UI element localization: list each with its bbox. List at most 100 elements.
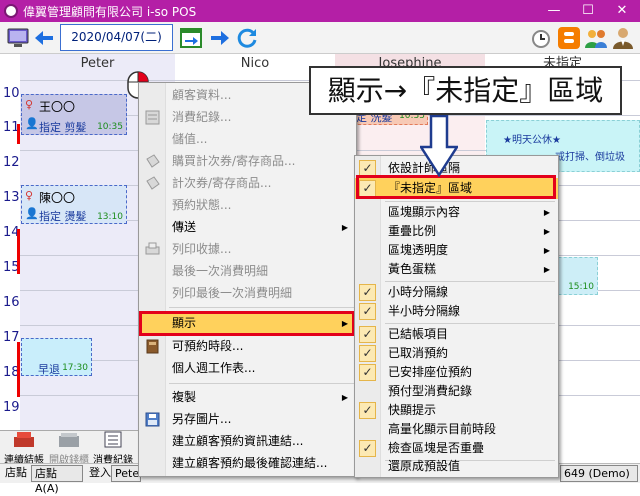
- female-icon: ♀: [25, 189, 34, 202]
- menu-item-label: 儲值...: [172, 132, 208, 146]
- checkmark-icon: ✓: [359, 303, 376, 320]
- submenu-item-tooltips[interactable]: ✓ 快顯提示: [355, 400, 558, 421]
- submenu-item-label: 還原成預設值: [388, 459, 461, 473]
- submenu-item-label: 黃色蛋糕: [388, 262, 437, 276]
- submenu-item-half-hour-lines[interactable]: ✓ 半小時分隔線: [355, 301, 558, 322]
- column-peter[interactable]: Peter: [20, 54, 175, 74]
- menu-item-available-slots[interactable]: 可預約時段...: [139, 336, 356, 357]
- menu-item-last-purchase[interactable]: 最後一次消費明細: [139, 261, 356, 282]
- next-day-arrow-icon[interactable]: [207, 26, 231, 50]
- current-time-marker: [17, 124, 20, 144]
- menu-item-booking-info-link[interactable]: 建立顧客預約資訊連結...: [139, 431, 356, 452]
- date-field[interactable]: 2020/04/07(二): [60, 24, 173, 51]
- notice-text: 戒打掃、倒垃圾: [555, 152, 625, 163]
- menu-item-copy[interactable]: 複製 ▶: [139, 387, 356, 408]
- menu-item-label: 建立顧客預約最後確認連結...: [172, 456, 328, 470]
- menu-item-weekly-schedule[interactable]: 個人週工作表...: [139, 358, 356, 379]
- submenu-arrow-icon: ▶: [543, 246, 550, 255]
- menu-item-print-receipt[interactable]: 列印收據...: [139, 239, 356, 260]
- submenu-item-label: 預付型消費紀錄: [388, 384, 473, 398]
- submenu-item-hour-lines[interactable]: ✓ 小時分隔線: [355, 282, 558, 303]
- menu-item-label: 建立顧客預約資訊連結...: [172, 434, 304, 448]
- menu-separator: [169, 307, 354, 308]
- checkmark-icon: ✓: [359, 364, 376, 381]
- blogger-icon[interactable]: [557, 26, 581, 50]
- appointment-note: 早退: [38, 363, 60, 376]
- menu-item-label: 個人週工作表...: [172, 361, 256, 375]
- menu-item-booking-confirm-link[interactable]: 建立顧客預約最後確認連結...: [139, 453, 356, 474]
- checkmark-icon: ✓: [359, 284, 376, 301]
- submenu-item-cancelled[interactable]: ✓ 已取消預約: [355, 343, 558, 364]
- appointment-block[interactable]: ♀ 王〇〇 👤 指定 剪髮 10:35: [21, 94, 127, 135]
- service-label: 指定 燙髮: [39, 210, 87, 223]
- hour-label: 12: [3, 155, 20, 170]
- submenu-item-prepaid[interactable]: 預付型消費紀錄: [355, 381, 558, 402]
- menu-item-save-image[interactable]: 另存圖片...: [139, 409, 356, 430]
- submenu-item-block-content[interactable]: 區塊顯示內容 ▶: [355, 202, 558, 223]
- batch-checkout-button[interactable]: 連續結帳: [2, 431, 46, 466]
- customer-name: 王〇〇: [39, 100, 76, 114]
- submenu-arrow-icon: ▶: [543, 265, 550, 274]
- cash-register-icon: [14, 432, 34, 447]
- app-icon: [4, 4, 18, 18]
- menu-item-label: 列印收據...: [172, 242, 232, 256]
- menu-separator: [169, 383, 354, 384]
- submenu-item-label: 已安排座位預約: [388, 365, 473, 379]
- alarm-clock-icon[interactable]: [529, 26, 553, 50]
- submenu-item-label: 區塊顯示內容: [388, 205, 461, 219]
- submenu-item-overlap-ratio[interactable]: 重疊比例 ▶: [355, 221, 558, 242]
- voucher-icon: [146, 176, 160, 190]
- submenu-item-paid-items[interactable]: ✓ 已結帳項目: [355, 324, 558, 345]
- time-label: 15:10: [568, 282, 594, 292]
- menu-item-print-last-purchase[interactable]: 列印最後一次消費明細: [139, 283, 356, 304]
- menu-item-label: 最後一次消費明細: [172, 264, 269, 278]
- appointment-block[interactable]: 早退 17:30: [21, 338, 92, 376]
- staff-icon[interactable]: [611, 26, 635, 50]
- submenu-item-label: 重疊比例: [388, 224, 437, 238]
- title-bar: 偉翼管理顧問有限公司 i-so POS — ☐ ✕: [0, 0, 640, 22]
- hour-label: 16: [3, 295, 20, 310]
- store-label: 店點: [5, 466, 27, 479]
- time-label: 17:30: [62, 363, 88, 373]
- submenu-arrow-icon: ▶: [543, 227, 550, 236]
- checkmark-icon: ✓: [359, 326, 376, 343]
- submenu-item-label: 半小時分隔線: [388, 304, 461, 318]
- open-drawer-button[interactable]: 開啟錢櫃: [47, 431, 91, 466]
- submenu-item-highlight-current[interactable]: 高量化顯示目前時段: [355, 419, 558, 440]
- close-button[interactable]: ✕: [605, 0, 639, 22]
- version-value: 649 (Demo): [560, 465, 638, 482]
- records-icon: [145, 110, 160, 125]
- menu-item-label: 顧客資料...: [172, 88, 232, 102]
- customers-icon[interactable]: [584, 26, 608, 50]
- printer-icon: [145, 242, 160, 255]
- menu-item-stored-value[interactable]: 儲值...: [139, 129, 356, 150]
- login-label: 登入: [89, 466, 111, 479]
- submenu-item-label: 區塊透明度: [388, 243, 449, 257]
- monitor-icon[interactable]: [6, 26, 30, 50]
- minimize-button[interactable]: —: [537, 0, 571, 22]
- notice-title: ★明天公休★: [503, 135, 561, 146]
- submenu-arrow-icon: ▶: [341, 223, 348, 232]
- list-icon: [104, 431, 122, 448]
- menu-item-label: 列印最後一次消費明細: [172, 286, 293, 300]
- menu-item-vouchers[interactable]: 計次券/寄存商品...: [139, 173, 356, 194]
- checkmark-icon: ✓: [359, 402, 376, 419]
- menu-item-label: 消費紀錄...: [172, 110, 232, 124]
- submenu-item-seated[interactable]: ✓ 已安排座位預約: [355, 362, 558, 383]
- menu-item-booking-status[interactable]: 預約狀態...: [139, 195, 356, 216]
- purchase-history-button[interactable]: 消費紀錄: [91, 431, 135, 466]
- submenu-item-restore-defaults[interactable]: 還原成預設值: [355, 456, 558, 477]
- customer-name: 陳〇〇: [39, 191, 76, 205]
- current-time-marker: [17, 342, 20, 397]
- submenu-item-yellow-cake[interactable]: 黃色蛋糕 ▶: [355, 259, 558, 280]
- previous-day-arrow-icon[interactable]: [33, 26, 57, 50]
- maximize-button[interactable]: ☐: [571, 0, 605, 22]
- appointment-block[interactable]: ♀ 陳〇〇 👤 指定 燙髮 13:10: [21, 185, 127, 224]
- refresh-icon[interactable]: [235, 26, 259, 50]
- menu-item-label: 可預約時段...: [172, 339, 244, 353]
- menu-item-send[interactable]: 傳送 ▶: [139, 217, 356, 238]
- submenu-item-label: 高量化顯示目前時段: [388, 422, 497, 436]
- menu-item-buy-vouchers[interactable]: 購買計次券/寄存商品...: [139, 151, 356, 172]
- goto-today-icon[interactable]: [179, 26, 203, 50]
- submenu-item-block-transparency[interactable]: 區塊透明度 ▶: [355, 240, 558, 261]
